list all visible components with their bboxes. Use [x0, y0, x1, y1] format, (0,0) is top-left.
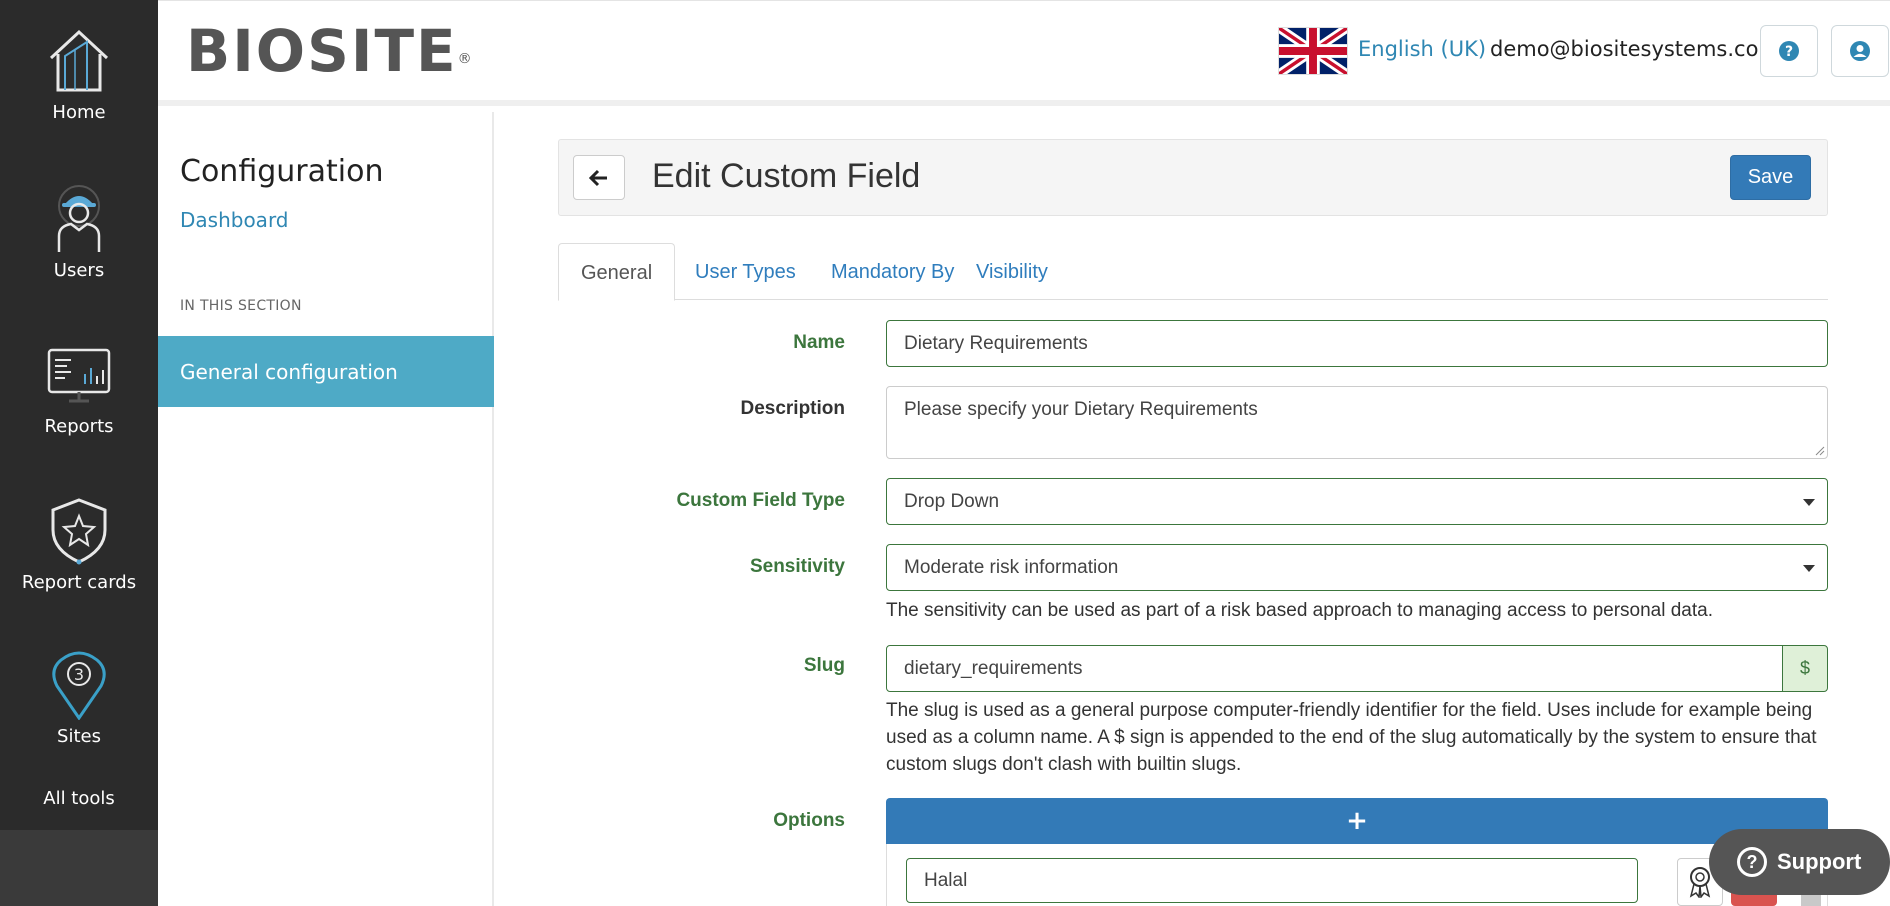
nav-item-all-tools[interactable]: All tools [0, 788, 158, 809]
question-circle-icon: ? [1737, 847, 1767, 877]
name-label: Name [793, 332, 845, 353]
dashboard-link[interactable]: Dashboard [180, 208, 289, 232]
add-option-button[interactable]: + [886, 798, 1828, 844]
nav-item-sites[interactable]: 3 Sites [0, 648, 158, 747]
back-button[interactable] [573, 155, 625, 200]
sensitivity-value: Moderate risk information [904, 557, 1119, 578]
config-sidebar: Configuration Dashboard IN THIS SECTION … [158, 112, 494, 906]
nav-label-reports: Reports [44, 416, 114, 437]
support-button[interactable]: ? Support [1709, 829, 1890, 895]
worker-icon [57, 185, 101, 252]
logo-text: BIOSITE [186, 17, 458, 85]
shield-star-icon [51, 498, 107, 565]
main-nav-rail: Home Users Reports Report cards 3 Sites … [0, 0, 158, 906]
sensitivity-label: Sensitivity [749, 556, 845, 577]
save-button[interactable]: Save [1730, 155, 1811, 200]
caret-down-icon [1803, 565, 1815, 572]
nav-label-report-cards: Report cards [21, 572, 137, 593]
custom-field-type-label: Custom Field Type [676, 490, 845, 511]
biosite-logo[interactable]: BIOSITE® [186, 21, 474, 81]
description-textarea[interactable]: Please specify your Dietary Requirements [886, 386, 1828, 459]
sensitivity-help: The sensitivity can be used as part of a… [886, 600, 1713, 621]
page-title-bar: Edit Custom Field Save [558, 139, 1828, 216]
nav-item-report-cards[interactable]: Report cards [0, 494, 158, 593]
tab-general[interactable]: General [558, 243, 676, 301]
plus-icon: + [1346, 806, 1368, 836]
section-heading: IN THIS SECTION [180, 298, 302, 314]
support-label: Support [1777, 849, 1862, 874]
resize-handle-icon[interactable] [1813, 444, 1825, 456]
slug-help-line-3: custom slugs don't clash with builtin sl… [886, 754, 1242, 775]
account-button[interactable] [1831, 25, 1889, 77]
nav-item-users[interactable]: Users [0, 182, 158, 281]
award-icon [1689, 867, 1711, 898]
svg-text:3: 3 [74, 665, 84, 684]
slug-help: The slug is used as a general purpose co… [886, 697, 1828, 778]
nav-label-home: Home [52, 102, 106, 123]
tab-bar: General User Types Mandatory By Visibili… [558, 243, 1828, 301]
tab-mandatory-by[interactable]: Mandatory By [809, 243, 976, 300]
nav-label-users: Users [53, 260, 105, 281]
custom-field-type-value: Drop Down [904, 491, 1000, 512]
nav-label-sites: Sites [57, 726, 101, 747]
sidebar-title: Configuration [180, 154, 384, 189]
logo-registered-mark: ® [457, 51, 474, 67]
nav-item-reports[interactable]: Reports [0, 338, 158, 437]
name-input[interactable]: Dietary Requirements [886, 320, 1828, 367]
reports-icon [47, 348, 111, 403]
user-email: demo@biositesystems.com [1490, 37, 1779, 61]
description-label: Description [740, 398, 845, 419]
slug-suffix-addon: $ [1782, 645, 1828, 692]
slug-help-line-1: The slug is used as a general purpose co… [886, 700, 1813, 721]
language-selector[interactable]: English (UK) [1358, 37, 1486, 61]
sensitivity-select[interactable]: Moderate risk information [886, 544, 1828, 591]
options-label: Options [773, 810, 845, 831]
nav-label-all-tools: All tools [43, 788, 115, 809]
tab-visibility[interactable]: Visibility [954, 243, 1070, 300]
app-root: { "nav": { "items": [ {"label": "Home", … [0, 0, 1890, 906]
custom-field-type-select[interactable]: Drop Down [886, 478, 1828, 525]
description-text: Please specify your Dietary Requirements [904, 399, 1258, 420]
option-input[interactable]: Halal [906, 858, 1638, 903]
caret-down-icon [1803, 499, 1815, 506]
nav-footer [0, 830, 158, 906]
arrow-left-icon [589, 169, 607, 186]
page-title: Edit Custom Field [652, 157, 921, 195]
home-icon [49, 29, 109, 92]
help-button[interactable]: ? [1760, 25, 1818, 77]
svg-text:?: ? [1785, 44, 1793, 60]
top-header: BIOSITE® English (UK) demo@biositesystem… [158, 0, 1890, 106]
slug-label: Slug [803, 655, 845, 676]
sidebar-item-general-configuration[interactable]: General configuration [158, 336, 494, 407]
location-pin-icon: 3 [52, 651, 106, 720]
question-circle-icon: ? [1779, 41, 1799, 61]
slug-help-line-2: used as a column name. A $ sign is appen… [886, 727, 1817, 748]
uk-flag-icon[interactable] [1278, 27, 1348, 75]
slug-input[interactable]: dietary_requirements [886, 645, 1783, 692]
nav-item-home[interactable]: Home [0, 24, 158, 123]
tab-user-types[interactable]: User Types [673, 243, 818, 300]
user-circle-icon [1850, 41, 1870, 61]
